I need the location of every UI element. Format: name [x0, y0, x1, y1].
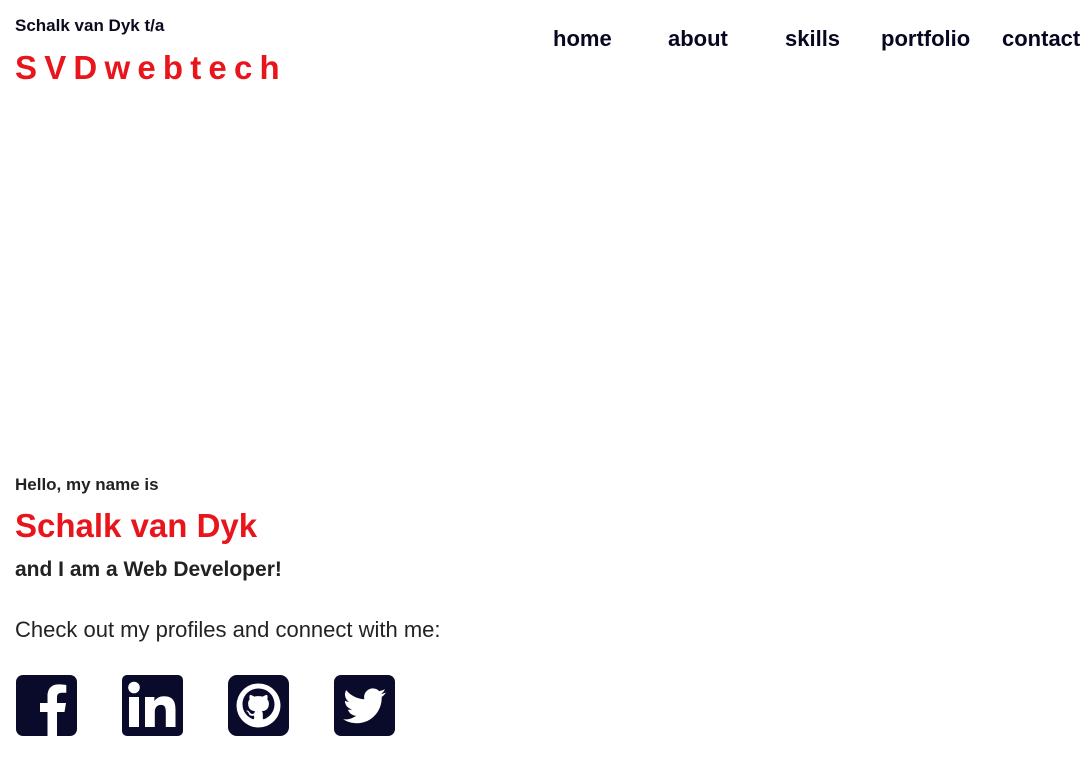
main-nav: home about skills portfolio contact [0, 25, 1088, 55]
hero-intro: Hello, my name is Schalk van Dyk and I a… [15, 474, 441, 643]
nav-about-link[interactable]: about [668, 25, 728, 53]
linkedin-link[interactable] [122, 675, 183, 736]
brand-logo[interactable]: SVDwebtech [15, 50, 287, 86]
linkedin-icon [122, 675, 183, 736]
github-link[interactable] [228, 675, 289, 736]
facebook-link[interactable] [16, 675, 77, 736]
nav-contact-link[interactable]: contact [1002, 25, 1080, 53]
connect-text: Check out my profiles and connect with m… [15, 617, 441, 642]
nav-skills-link[interactable]: skills [785, 25, 840, 53]
twitter-link[interactable] [334, 675, 395, 736]
nav-home-link[interactable]: home [553, 25, 612, 53]
github-icon [228, 675, 289, 736]
hero-role: and I am a Web Developer! [15, 558, 282, 581]
hero-greeting: Hello, my name is [15, 475, 159, 494]
nav-portfolio-link[interactable]: portfolio [881, 25, 970, 53]
facebook-icon [16, 675, 77, 736]
hero-name: Schalk van Dyk [15, 507, 258, 544]
twitter-icon [334, 675, 395, 736]
